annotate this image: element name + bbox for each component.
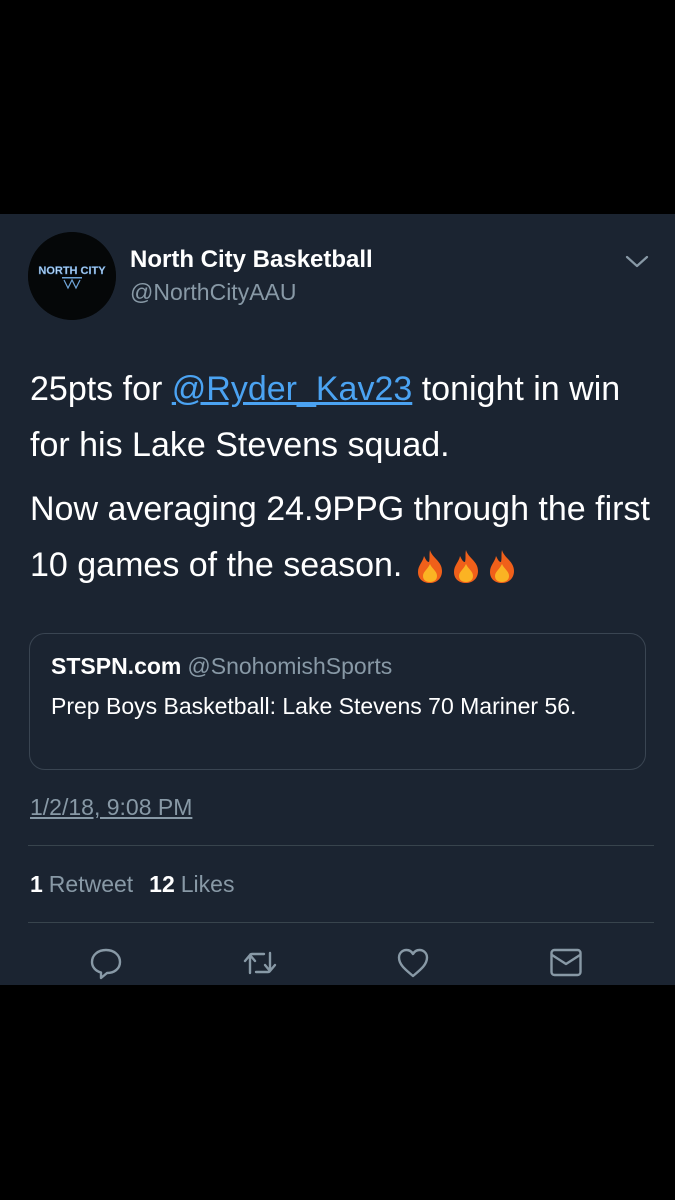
reply-icon[interactable] [88,945,124,981]
retweet-icon[interactable] [242,945,278,981]
retweets-count: 1 [30,871,43,897]
tweet-text: 25pts for @Ryder_Kav23 tonight in win fo… [30,361,650,601]
quoted-tweet-header: STSPN.com @SnohomishSports [51,652,392,680]
tweet-stats: 1 Retweet 12 Likes [30,869,234,899]
like-icon[interactable] [395,945,431,981]
fire-emojis [412,545,522,601]
tweet-timestamp[interactable]: 1/2/18, 9:08 PM [30,792,192,822]
chevron-down-icon[interactable] [622,247,652,277]
account-handle[interactable]: @NorthCityAAU [130,278,297,306]
retweets-label: Retweet [48,871,134,897]
screen: NORTH CITY North City Basketball @NorthC… [0,0,675,1200]
quoted-tweet-handle: @SnohomishSports [187,653,393,679]
tweet-paragraph-2: Now averaging 24.9PPG through the first … [30,481,650,601]
direct-message-icon[interactable] [548,945,584,981]
likes-label: Likes [180,871,235,897]
likes-stat[interactable]: 12 Likes [149,871,234,897]
likes-count: 12 [149,871,175,897]
tweet-text-prefix: 25pts for [30,370,172,408]
fire-icon [417,550,514,583]
display-name[interactable]: North City Basketball [130,246,373,274]
svg-text:NORTH CITY: NORTH CITY [38,265,106,277]
quoted-tweet[interactable]: STSPN.com @SnohomishSports Prep Boys Bask… [29,633,646,770]
tweet-text-line2: Now averaging 24.9PPG through the first … [30,490,650,584]
divider-bottom [28,922,654,923]
divider-top [28,845,654,846]
retweets-stat[interactable]: 1 Retweet [30,871,133,897]
north-city-logo: NORTH CITY [28,232,116,320]
quoted-tweet-name: STSPN.com [51,653,182,679]
mention-link[interactable]: @Ryder_Kav23 [172,370,413,408]
tweet-paragraph-1: 25pts for @Ryder_Kav23 tonight in win fo… [30,361,650,473]
avatar[interactable]: NORTH CITY [28,232,116,320]
quoted-tweet-text: Prep Boys Basketball: Lake Stevens 70 Ma… [51,693,577,719]
